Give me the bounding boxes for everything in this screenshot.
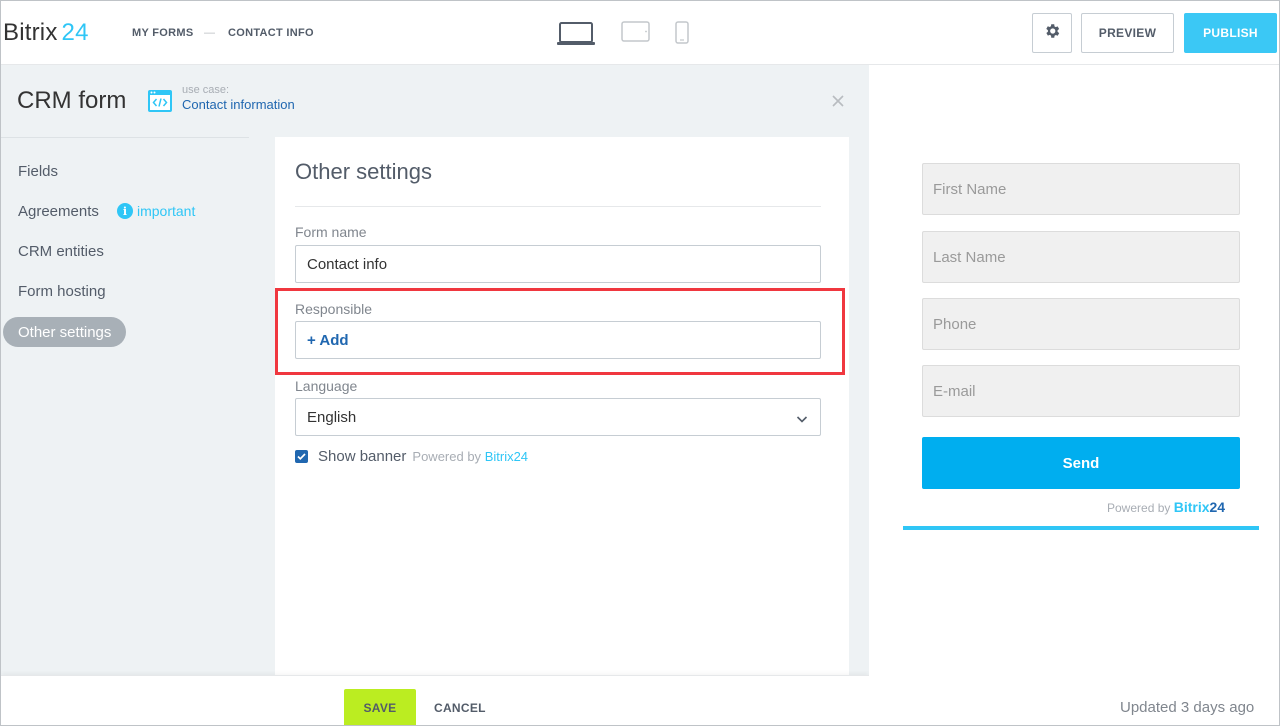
other-settings-card: Other settings Form name Contact info Re… [275,137,849,675]
laptop-icon[interactable] [556,21,596,52]
phone-icon[interactable] [674,21,690,50]
language-select[interactable]: English [295,398,821,436]
form-settings-panel: CRM form use case: Contact information F… [1,65,869,675]
show-banner-label[interactable]: Show banner [318,448,406,465]
preview-send-button[interactable]: Send [922,437,1240,489]
settings-button[interactable] [1032,13,1072,53]
language-value: English [307,408,357,426]
info-icon: i [117,203,133,219]
bottom-action-bar: SAVE CANCEL [1,675,869,725]
updated-status: Updated 3 days ago [1120,699,1255,716]
preview-powered-brand: Bitrix24 [1174,499,1225,515]
save-button[interactable]: SAVE [344,689,416,725]
preview-powered-prefix: Powered by [1107,501,1171,515]
preview-brand-text: Bitrix [1173,499,1210,515]
preview-button[interactable]: PREVIEW [1081,13,1174,53]
breadcrumb-contact-info[interactable]: CONTACT INFO [228,27,314,39]
panel-title: CRM form [17,87,127,114]
logo-number: 24 [61,19,89,46]
tablet-icon[interactable] [621,21,651,48]
preview-phone-field[interactable]: Phone [922,298,1240,350]
breadcrumb-my-forms[interactable]: MY FORMS [132,27,193,39]
nav-item-agreements[interactable]: Agreements [3,196,114,226]
app-window: Bitrix 24 MY FORMS — CONTACT INFO PREVIEW… [0,0,1280,726]
language-label: Language [295,378,358,394]
preview-accent-line [903,526,1259,530]
responsible-label: Responsible [295,301,373,317]
form-name-value: Contact info [307,255,388,273]
top-bar: Bitrix 24 MY FORMS — CONTACT INFO PREVIEW… [1,1,1279,65]
responsible-field[interactable]: + Add [295,321,821,359]
preview-powered-by: Powered by Bitrix24 [1107,499,1225,515]
form-name-input[interactable]: Contact info [295,245,821,283]
settings-title: Other settings [295,159,432,184]
nav-item-crm-entities[interactable]: CRM entities [3,236,119,266]
powered-by-brand: Bitrix24 [484,449,529,464]
code-window-icon [147,89,173,113]
show-banner-row: Show banner Powered by Bitrix24 [295,448,528,465]
preview-first-name-field[interactable]: First Name [922,163,1240,215]
nav-divider [1,137,249,138]
preview-email-field[interactable]: E-mail [922,365,1240,417]
powered-by-note: Powered by Bitrix24 [412,449,528,464]
breadcrumb-separator: — [204,27,215,39]
chevron-down-icon [796,412,808,424]
preview-last-name-field[interactable]: Last Name [922,231,1240,283]
important-label: important [137,203,196,219]
gear-icon [1043,22,1061,45]
nav-item-other-settings[interactable]: Other settings [3,317,127,347]
preview-brand-number: 24 [1209,499,1226,515]
use-case-label: use case: [182,84,230,96]
settings-divider [295,206,821,207]
publish-button[interactable]: PUBLISH [1184,13,1277,53]
cancel-button[interactable]: CANCEL [434,701,486,715]
nav-item-form-hosting[interactable]: Form hosting [3,276,121,306]
form-preview: First Name Last Name Phone E-mail Send P… [869,65,1279,725]
logo-text: Bitrix [3,19,58,46]
form-name-label: Form name [295,224,367,240]
close-icon[interactable] [830,93,846,109]
use-case-link[interactable]: Contact information [182,97,295,112]
bitrix24-logo[interactable]: Bitrix 24 [3,19,89,47]
powered-by-prefix: Powered by [412,449,482,464]
show-banner-checkbox[interactable] [295,450,308,463]
nav-item-fields[interactable]: Fields [3,156,73,186]
important-badge[interactable]: i important [117,203,195,219]
add-responsible-button[interactable]: + Add [307,332,349,349]
